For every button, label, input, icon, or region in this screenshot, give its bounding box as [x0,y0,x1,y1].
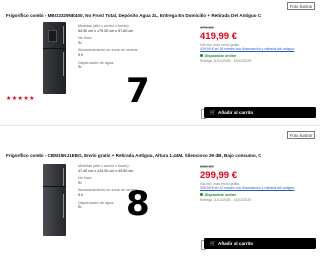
price-block: 385,00 299,99 € IVA incl. más envío grat… [200,164,316,202]
tax-note: IVA incl. más envío gratis [200,42,240,47]
financing-link[interactable]: 419,99 € en 18 meses con financiación y … [200,47,316,51]
product-title[interactable]: Frigorífico combi - MBO2329NE400, No Fro… [6,13,261,18]
water-dispenser-image [48,30,57,42]
stock-status: Disponible online [200,54,316,58]
old-price: 479,00 [200,25,214,30]
item-number: 8 [126,184,150,224]
add-to-cart-button[interactable]: 🛒 Añadir al carrito [204,238,316,249]
delivery-dates: Entrega 11/12/2025 - 15/12/2025 [200,58,252,63]
add-to-cart-label: Añadir al carrito [218,241,254,246]
cart-icon: 🛒 [209,109,217,116]
product-specs: Medidas (alto x ancho x fondo): 54.90 cm… [78,24,188,70]
foto-ilustrativa-badge: Foto ilustrar [287,2,315,10]
delivery-dates: Entrega 11/12/2025 - 15/12/2025 [200,197,252,202]
current-price: 419,99 € [200,31,237,42]
spec-value: Sí [78,65,82,70]
stock-dot-icon [200,193,203,197]
product-card: Foto ilustrar Frigorífico combi - MBO232… [3,2,317,122]
price-block: 479,00 419,99 € IVA incl. más envío grat… [200,25,316,63]
foto-ilustrativa-badge: Foto ilustrar [287,131,315,139]
divider [0,125,320,126]
rating-stars: ★★★★★ [6,96,35,102]
product-image[interactable] [43,164,66,236]
stock-dot-icon [200,54,203,58]
add-to-cart-button[interactable]: 🛒 Añadir al carrito [204,107,316,118]
product-title[interactable]: Frigorífico combi - CBM15NJ1EBO, Envío g… [6,153,261,158]
product-image[interactable] [43,22,66,94]
item-number: 7 [126,71,150,111]
current-price: 299,99 € [200,170,237,181]
cart-icon: 🛒 [209,240,217,247]
product-card: Foto ilustrar Frigorífico combi - CBM15N… [3,131,317,255]
add-to-cart-label: Añadir al carrito [218,110,254,115]
old-price: 385,00 [200,164,214,169]
financing-link[interactable]: 299,99 € en 12 meses con financiación y … [200,186,316,190]
tax-note: IVA incl. más envío gratis [200,181,240,186]
stock-status: Disponible online [200,193,316,197]
